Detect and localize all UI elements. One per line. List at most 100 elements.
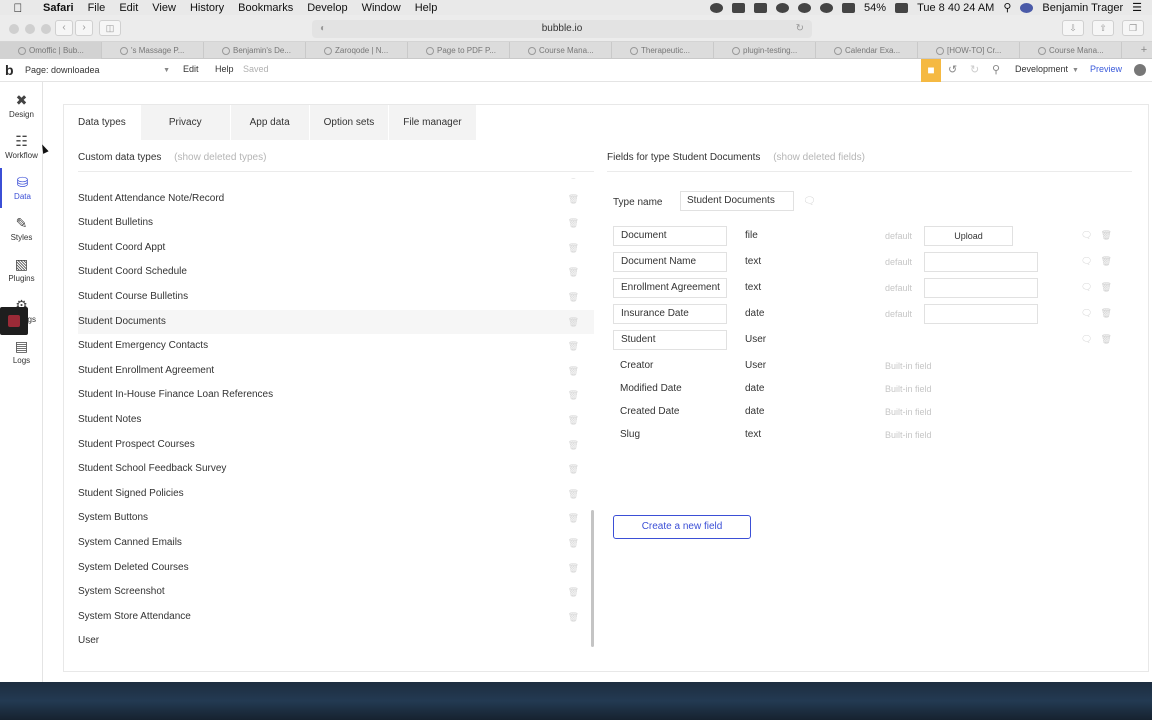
data-type-row[interactable]: Student Coord Schedule 🗑 xyxy=(78,260,594,285)
redo-icon[interactable]: ↻ xyxy=(970,63,979,76)
creative-cloud-icon[interactable] xyxy=(710,2,724,13)
field-type-selector[interactable]: User xyxy=(745,330,766,350)
menu-file[interactable]: File xyxy=(81,2,113,14)
menu-bookmarks[interactable]: Bookmarks xyxy=(231,2,300,14)
new-tab-button[interactable]: + xyxy=(1136,42,1152,58)
type-list-scrollbar[interactable] xyxy=(591,510,594,647)
field-type-selector[interactable]: file xyxy=(745,226,758,246)
comment-icon[interactable]: 🗨 xyxy=(1081,304,1092,322)
trash-icon[interactable]: 🗑 xyxy=(568,187,579,212)
nav-data[interactable]: ⛁ Data xyxy=(0,168,43,208)
data-type-row[interactable]: Student Coord Appt 🗑 xyxy=(78,236,594,261)
field-name-input[interactable]: Document xyxy=(613,226,727,246)
help-menu[interactable]: Help xyxy=(215,64,234,74)
account-icon[interactable] xyxy=(1134,64,1146,76)
data-type-row[interactable]: Student Attendance Note/Record 🗑 xyxy=(78,187,594,212)
trash-icon[interactable]: 🗑 xyxy=(568,408,579,433)
trash-icon[interactable]: 🗑 xyxy=(568,359,579,384)
trash-icon[interactable]: 🗑 xyxy=(568,433,579,458)
data-type-row[interactable]: System Buttons 🗑 xyxy=(78,506,594,531)
comment-icon[interactable]: 🗨 xyxy=(803,196,816,207)
comment-icon[interactable]: 🗨 xyxy=(1081,278,1092,296)
trash-icon[interactable]: 🗑 xyxy=(1100,304,1111,322)
data-type-row[interactable]: Student Enrollment Agreement 🗑 xyxy=(78,359,594,384)
screen-recorder-overlay-icon[interactable] xyxy=(0,307,28,335)
volume-icon[interactable] xyxy=(842,2,856,13)
show-deleted-types-link[interactable]: (show deleted types) xyxy=(174,152,266,163)
field-name-input[interactable]: Document Name xyxy=(613,252,727,272)
menu-window[interactable]: Window xyxy=(355,2,408,14)
nav-logs[interactable]: ▤ Logs xyxy=(0,332,43,372)
undo-icon[interactable]: ↺ xyxy=(948,63,957,76)
comment-icon[interactable]: 🗨 xyxy=(1081,226,1092,244)
data-type-row[interactable]: Student Emergency Contacts 🗑 xyxy=(78,334,594,359)
search-icon[interactable]: ⚲ xyxy=(992,63,1000,76)
trash-icon[interactable]: 🗑 xyxy=(1100,252,1111,270)
data-type-row[interactable]: Student Prospect Courses 🗑 xyxy=(78,433,594,458)
menu-history[interactable]: History xyxy=(183,2,231,14)
data-type-row[interactable]: System Store Attendance 🗑 xyxy=(78,605,594,630)
browser-tab[interactable]: 's Massage P... xyxy=(102,42,204,59)
minimize-window-button[interactable] xyxy=(25,24,35,34)
trash-icon[interactable]: 🗑 xyxy=(568,211,579,236)
data-type-row[interactable]: Student Course Bulletins 🗑 xyxy=(78,285,594,310)
browser-tab[interactable]: Calendar Exa... xyxy=(816,42,918,59)
reload-icon[interactable]: ↻ xyxy=(796,20,804,38)
trash-icon[interactable]: 🗑 xyxy=(568,260,579,285)
sync-icon[interactable] xyxy=(776,2,790,13)
spotlight-icon[interactable]: ⚲ xyxy=(1003,1,1011,14)
menu-list-icon[interactable]: ☰ xyxy=(1132,1,1142,14)
forward-button[interactable]: › xyxy=(75,20,93,36)
close-window-button[interactable] xyxy=(9,24,19,34)
menubar-user-name[interactable]: Benjamin Trager xyxy=(1042,2,1123,14)
trash-icon[interactable]: 🗑 xyxy=(568,556,579,581)
menu-help[interactable]: Help xyxy=(408,2,445,14)
nav-design[interactable]: ✖ Design xyxy=(0,86,43,126)
data-type-row[interactable]: Student Notes 🗑 xyxy=(78,408,594,433)
browser-tab[interactable]: Omoffic | Bub... xyxy=(0,42,102,59)
data-type-row[interactable]: Student Signed Policies 🗑 xyxy=(78,482,594,507)
menu-edit[interactable]: Edit xyxy=(112,2,145,14)
data-type-row[interactable]: Student Attendance 🗑 xyxy=(78,178,594,187)
trash-icon[interactable]: 🗑 xyxy=(568,531,579,556)
data-type-row[interactable]: User xyxy=(78,629,594,648)
tab-privacy[interactable]: Privacy xyxy=(140,105,231,140)
create-new-field-button[interactable]: Create a new field xyxy=(613,515,751,539)
browser-tab[interactable]: Zaroqode | N... xyxy=(306,42,408,59)
browser-tab[interactable]: Course Mana... xyxy=(1020,42,1122,59)
menu-app-name[interactable]: Safari xyxy=(36,2,81,14)
address-bar[interactable]: ◐ bubble.io ↻ xyxy=(312,20,812,38)
bluetooth-icon[interactable] xyxy=(798,2,812,13)
data-type-row[interactable]: Student School Feedback Survey 🗑 xyxy=(78,457,594,482)
type-name-input[interactable]: Student Documents xyxy=(680,191,794,211)
trash-icon[interactable]: 🗑 xyxy=(568,506,579,531)
trash-icon[interactable]: 🗑 xyxy=(568,285,579,310)
data-type-row[interactable]: Student In-House Finance Loan References… xyxy=(78,383,594,408)
trash-icon[interactable]: 🗑 xyxy=(1100,226,1111,244)
trash-icon[interactable]: 🗑 xyxy=(568,178,579,187)
share-icon[interactable]: ⇧ xyxy=(1092,20,1114,36)
data-type-row[interactable]: System Screenshot 🗑 xyxy=(78,580,594,605)
field-type-selector[interactable]: date xyxy=(745,304,764,324)
nav-plugins[interactable]: ▧ Plugins xyxy=(0,250,43,290)
data-type-row[interactable]: System Deleted Courses 🗑 xyxy=(78,556,594,581)
field-type-selector[interactable]: text xyxy=(745,278,761,298)
airplay-icon[interactable] xyxy=(754,2,768,13)
comment-icon[interactable]: 🗨 xyxy=(1081,252,1092,270)
upload-button[interactable]: Upload xyxy=(924,226,1013,246)
trash-icon[interactable]: 🗑 xyxy=(568,310,579,335)
field-name-input[interactable]: Student xyxy=(613,330,727,350)
cloud-icon[interactable] xyxy=(732,2,746,13)
trash-icon[interactable]: 🗑 xyxy=(568,580,579,605)
browser-tab[interactable]: [HOW-TO] Cr... xyxy=(918,42,1020,59)
battery-percent[interactable]: 54% xyxy=(864,2,886,14)
data-type-row[interactable]: Student Documents 🗑 xyxy=(78,309,594,335)
tab-data-types[interactable]: Data types xyxy=(64,105,141,140)
data-type-row[interactable]: Student Bulletins 🗑 xyxy=(78,211,594,236)
trash-icon[interactable]: 🗑 xyxy=(1100,278,1111,296)
tab-overview-icon[interactable]: ❐ xyxy=(1122,20,1144,36)
battery-icon[interactable] xyxy=(895,2,909,13)
downloads-icon[interactable]: ⇩ xyxy=(1062,20,1084,36)
trash-icon[interactable]: 🗑 xyxy=(1100,330,1111,348)
sidebar-toggle-icon[interactable]: ◫ xyxy=(99,20,121,36)
